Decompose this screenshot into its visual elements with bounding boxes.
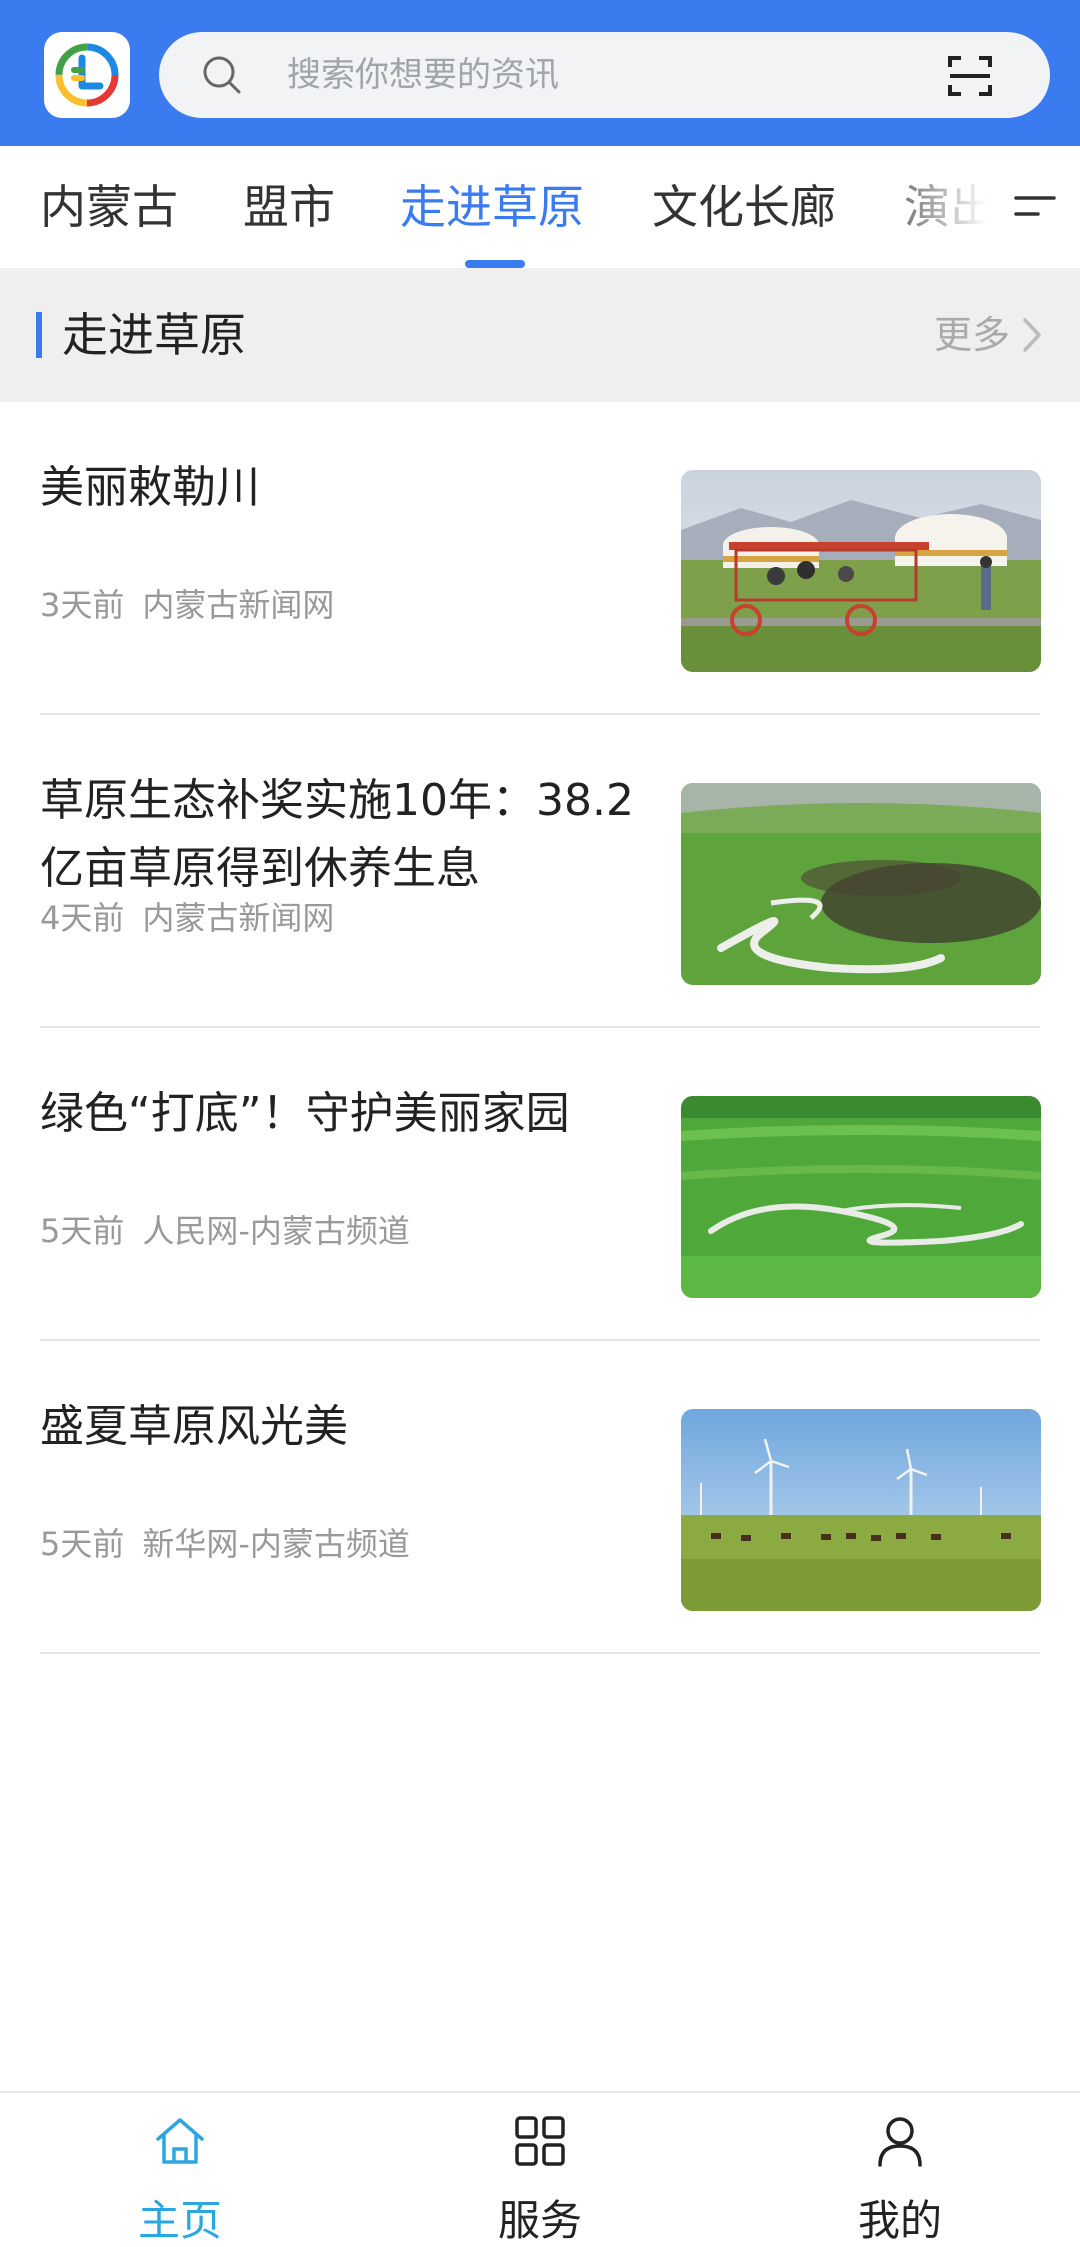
yurt-landscape-image (681, 470, 1041, 672)
news-source: 内蒙古新闻网 (142, 899, 335, 937)
search-bar[interactable] (159, 32, 1050, 118)
nav-home[interactable]: 主页 (0, 2093, 360, 2247)
news-thumbnail[interactable] (681, 470, 1041, 672)
nav-mine-label: 我的 (857, 2196, 942, 2245)
news-thumbnail[interactable] (681, 1096, 1041, 1298)
app-logo-icon (55, 43, 119, 107)
news-item[interactable]: 美丽敕勒川 3天前 内蒙古新闻网 (40, 402, 1041, 715)
grid-icon (515, 2116, 565, 2166)
search-icon[interactable] (201, 54, 243, 96)
section-header: 走进草原 更多 (0, 268, 1080, 402)
user-icon (878, 2117, 922, 2167)
horses-river-image (681, 783, 1041, 985)
nav-home-label: 主页 (137, 2196, 222, 2245)
news-source: 人民网-内蒙古频道 (142, 1212, 410, 1250)
category-tabs: 内蒙古 盟市 走进草原 文化长廊 演出 (0, 146, 1080, 268)
news-time: 5天前 (40, 1212, 125, 1250)
news-meta: 3天前 内蒙古新闻网 (40, 580, 334, 626)
wind-turbines-grassland-image (681, 1409, 1041, 1611)
news-thumbnail[interactable] (681, 1409, 1041, 1611)
news-title[interactable]: 草原生态补奖实施10年：38.2亿亩草原得到休养生息 (40, 767, 640, 903)
news-title[interactable]: 绿色“打底”！守护美丽家园 (40, 1080, 640, 1148)
green-grassland-river-image (681, 1096, 1041, 1298)
nav-services[interactable]: 服务 (360, 2093, 720, 2247)
news-item[interactable]: 盛夏草原风光美 5天前 新华网-内蒙古频道 (40, 1341, 1041, 1654)
news-meta: 4天前 内蒙古新闻网 (40, 893, 334, 939)
tabs-fade (860, 146, 1010, 268)
tab-wenhua-changlang[interactable]: 文化长廊 (652, 146, 836, 268)
news-time: 3天前 (40, 586, 125, 624)
news-meta: 5天前 新华网-内蒙古频道 (40, 1519, 410, 1565)
news-source: 新华网-内蒙古频道 (142, 1525, 410, 1563)
bottom-navigation: 主页 服务 我的 (0, 2091, 1080, 2247)
menu-icon[interactable] (1012, 186, 1058, 226)
nav-mine[interactable]: 我的 (720, 2093, 1080, 2247)
nav-services-label: 服务 (497, 2196, 582, 2245)
more-link[interactable]: 更多 (934, 268, 1010, 402)
news-time: 5天前 (40, 1525, 125, 1563)
active-tab-indicator (465, 260, 525, 268)
tab-zoujin-caoyuan[interactable]: 走进草原 (400, 146, 584, 268)
tab-neimenggu[interactable]: 内蒙古 (40, 146, 178, 268)
section-title: 走进草原 (62, 308, 246, 362)
scan-icon[interactable] (946, 52, 994, 100)
news-source: 内蒙古新闻网 (142, 586, 335, 624)
app-logo[interactable] (44, 32, 130, 118)
news-title[interactable]: 盛夏草原风光美 (40, 1393, 640, 1461)
top-header (0, 0, 1080, 146)
search-input[interactable] (287, 32, 887, 118)
chevron-right-icon[interactable] (1020, 316, 1044, 354)
news-time: 4天前 (40, 899, 125, 937)
news-title[interactable]: 美丽敕勒川 (40, 454, 640, 522)
section-accent-bar (36, 312, 42, 358)
home-icon (156, 2118, 204, 2164)
news-thumbnail[interactable] (681, 783, 1041, 985)
news-item[interactable]: 草原生态补奖实施10年：38.2亿亩草原得到休养生息 4天前 内蒙古新闻网 (40, 715, 1041, 1028)
tab-mengshi[interactable]: 盟市 (243, 146, 335, 268)
news-item[interactable]: 绿色“打底”！守护美丽家园 5天前 人民网-内蒙古频道 (40, 1028, 1041, 1341)
news-meta: 5天前 人民网-内蒙古频道 (40, 1206, 410, 1252)
